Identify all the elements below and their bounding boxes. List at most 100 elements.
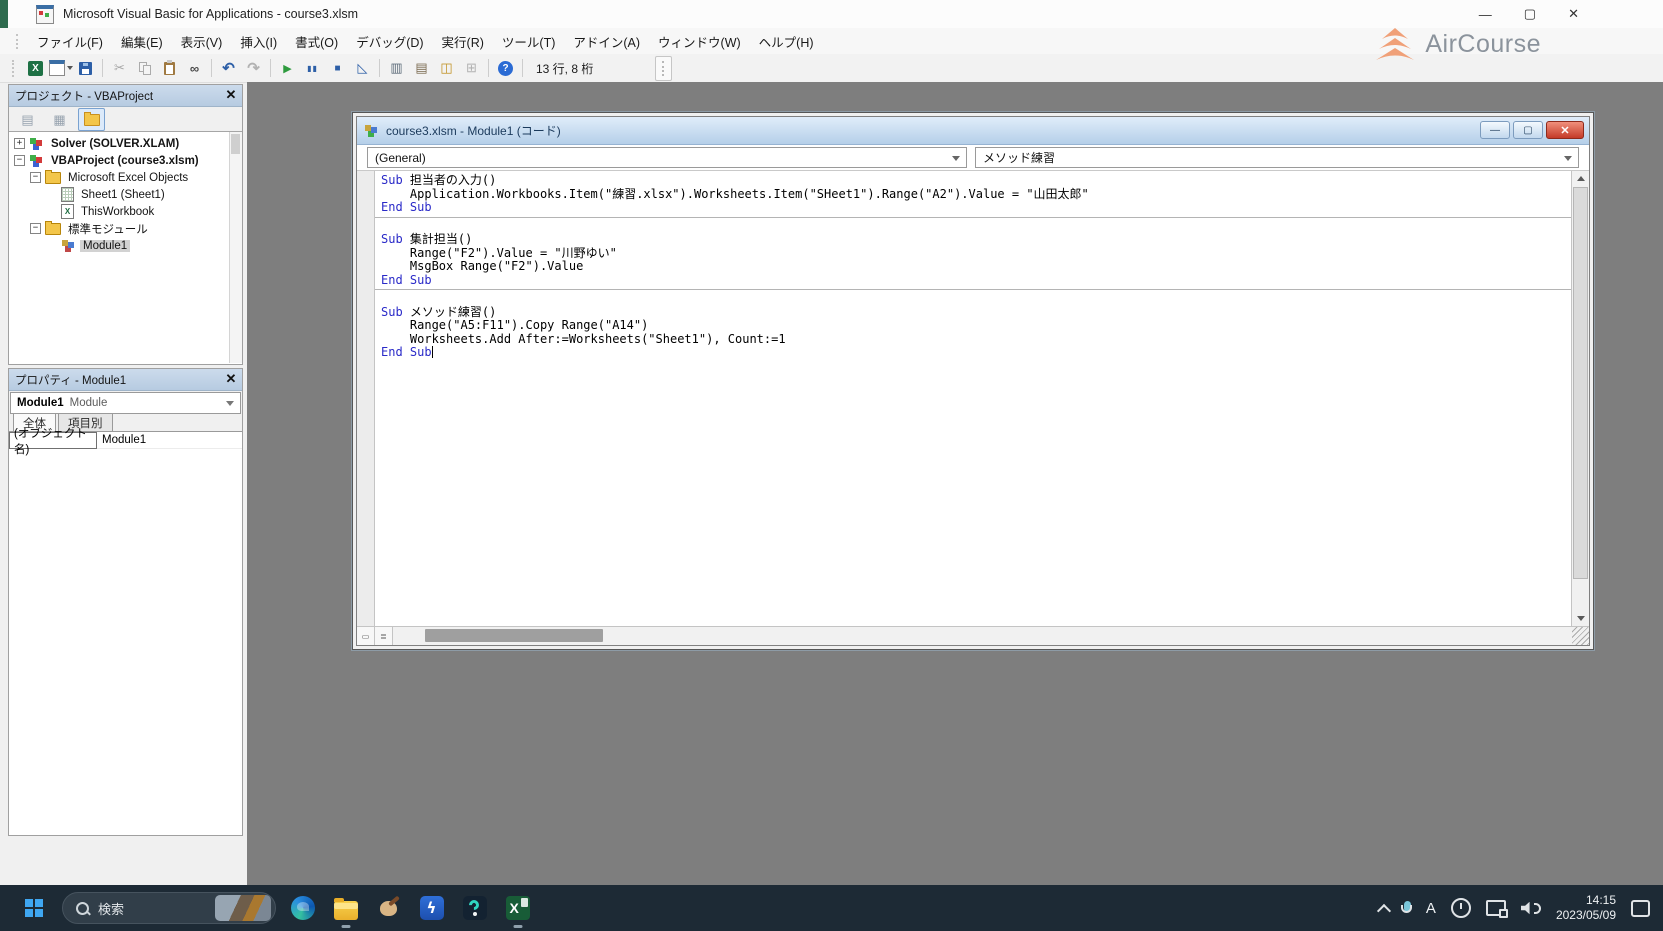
menu-item[interactable]: 編集(E) <box>113 29 171 54</box>
find-button[interactable] <box>182 57 207 79</box>
procedure-view-button[interactable] <box>357 627 375 645</box>
toolbar-separator <box>211 59 212 77</box>
edge-taskbar-button[interactable] <box>281 886 324 930</box>
menu-item[interactable]: 挿入(I) <box>232 29 285 54</box>
toolbar-separator <box>270 59 271 77</box>
tray-app-icon[interactable] <box>1451 898 1471 918</box>
tree-expander-icon[interactable]: − <box>14 155 25 166</box>
menu-item[interactable]: デバッグ(D) <box>348 29 431 54</box>
close-icon[interactable]: ✕ <box>222 370 240 388</box>
full-module-view-button[interactable] <box>375 627 393 645</box>
scroll-down-icon[interactable] <box>1572 611 1589 626</box>
design-mode-button[interactable] <box>350 57 375 79</box>
run-icon <box>283 62 291 75</box>
hidden-icons-chevron-icon[interactable] <box>1377 903 1391 917</box>
undo-button[interactable] <box>216 57 241 79</box>
start-button[interactable] <box>14 888 54 928</box>
microphone-icon[interactable] <box>1404 901 1411 912</box>
paste-icon <box>164 62 175 75</box>
close-icon[interactable]: ✕ <box>1546 121 1584 139</box>
volume-icon[interactable] <box>1521 902 1541 915</box>
dev-app-taskbar-button[interactable] <box>453 886 496 930</box>
property-value[interactable]: Module1 <box>97 432 242 449</box>
view-code-button[interactable] <box>14 108 41 131</box>
close-icon[interactable]: ✕ <box>222 86 240 104</box>
insert-userform-button[interactable] <box>48 57 73 79</box>
code-lines[interactable]: Sub 担当者の入力() Application.Workbooks.Item(… <box>375 171 1571 626</box>
break-button[interactable] <box>300 57 325 79</box>
property-name: (オブジェクト名) <box>9 432 97 449</box>
tree-item[interactable]: Module1 <box>9 237 242 254</box>
tree-item[interactable]: −VBAProject (course3.xlsm) <box>9 152 242 169</box>
maximize-icon[interactable]: ▢ <box>1513 121 1543 139</box>
code-window-titlebar[interactable]: course3.xlsm - Module1 (コード) — ▢ ✕ <box>357 117 1589 145</box>
ime-mode-indicator[interactable]: A <box>1426 900 1436 917</box>
vertical-scrollbar[interactable] <box>1571 171 1589 626</box>
horizontal-scrollbar[interactable] <box>393 627 1572 645</box>
project-tree[interactable]: +Solver (SOLVER.XLAM)−VBAProject (course… <box>9 131 242 364</box>
menu-item[interactable]: 書式(O) <box>287 29 346 54</box>
menu-item[interactable]: アドイン(A) <box>565 29 648 54</box>
menu-item[interactable]: ヘルプ(H) <box>751 29 822 54</box>
notification-center-icon[interactable] <box>1631 900 1650 917</box>
properties-window-button[interactable] <box>409 57 434 79</box>
tree-item-label: Sheet1 (Sheet1) <box>78 189 168 201</box>
menu-item[interactable]: ウィンドウ(W) <box>650 29 749 54</box>
tree-item[interactable]: −標準モジュール <box>9 220 242 237</box>
project-panel-header[interactable]: プロジェクト - VBAProject ✕ <box>9 85 242 107</box>
maximize-icon[interactable]: ▢ <box>1524 6 1536 22</box>
app-title: Microsoft Visual Basic for Applications … <box>63 7 358 21</box>
scrollbar-thumb[interactable] <box>425 629 603 642</box>
code-text: 集計担当() <box>410 232 472 246</box>
network-icon[interactable] <box>1486 900 1506 916</box>
search-highlight-thumbnail[interactable] <box>215 895 271 921</box>
toggle-folders-button[interactable] <box>78 108 105 131</box>
procedure-dropdown[interactable]: メソッド練習 <box>975 147 1579 168</box>
tree-expander-icon[interactable]: − <box>30 223 41 234</box>
minimize-icon[interactable]: — <box>1480 121 1510 139</box>
menu-item[interactable]: ツール(T) <box>494 29 563 54</box>
file-explorer-taskbar-button[interactable] <box>324 886 367 930</box>
reset-button[interactable] <box>325 57 350 79</box>
tree-item[interactable]: −Microsoft Excel Objects <box>9 169 242 186</box>
properties-panel-header[interactable]: プロパティ - Module1 ✕ <box>9 369 242 391</box>
resize-grip[interactable] <box>1572 627 1589 645</box>
scrollbar-thumb[interactable] <box>231 134 240 154</box>
paste-button[interactable] <box>157 57 182 79</box>
run-button[interactable] <box>275 57 300 79</box>
scrollbar-thumb[interactable] <box>1573 187 1588 579</box>
object-selector-dropdown[interactable]: Module1 Module <box>10 392 241 414</box>
close-icon[interactable]: ✕ <box>1568 6 1579 22</box>
menu-item[interactable]: 表示(V) <box>173 29 231 54</box>
object-dropdown[interactable]: (General) <box>367 147 967 168</box>
project-tree-scrollbar[interactable] <box>229 132 242 363</box>
flash-app-taskbar-button[interactable] <box>410 886 453 930</box>
code-margin-bar[interactable] <box>357 171 375 626</box>
project-panel-title: プロジェクト - VBAProject <box>15 88 153 104</box>
scroll-up-icon[interactable] <box>1572 171 1589 186</box>
project-explorer-button[interactable] <box>384 57 409 79</box>
object-browser-button[interactable] <box>434 57 459 79</box>
tree-expander-icon[interactable]: − <box>30 172 41 183</box>
save-icon <box>79 62 92 75</box>
tree-item[interactable]: +Solver (SOLVER.XLAM) <box>9 135 242 152</box>
taskbar-search[interactable]: 検索 <box>62 892 276 924</box>
tree-expander-icon[interactable]: + <box>14 138 25 149</box>
menu-item[interactable]: 実行(R) <box>434 29 492 54</box>
excel-taskbar-button[interactable] <box>496 886 539 930</box>
tree-item[interactable]: Sheet1 (Sheet1) <box>9 186 242 203</box>
code-line: End Sub <box>381 201 1571 215</box>
view-object-button[interactable] <box>46 108 73 131</box>
toolbar-group <box>107 57 207 79</box>
toolbar-drag-handle[interactable] <box>655 56 672 81</box>
view-excel-button[interactable] <box>23 57 48 79</box>
save-button[interactable] <box>73 57 98 79</box>
help-button[interactable] <box>493 57 518 79</box>
code-text: Application.Workbooks.Item("練習.xlsx").Wo… <box>381 187 1089 201</box>
minimize-icon[interactable]: — <box>1479 7 1492 22</box>
clock[interactable]: 14:15 2023/05/09 <box>1556 893 1616 923</box>
property-row[interactable]: (オブジェクト名)Module1 <box>9 432 242 449</box>
stamp-app-taskbar-button[interactable] <box>367 886 410 930</box>
tree-item[interactable]: ThisWorkbook <box>9 203 242 220</box>
menu-item[interactable]: ファイル(F) <box>29 29 111 54</box>
